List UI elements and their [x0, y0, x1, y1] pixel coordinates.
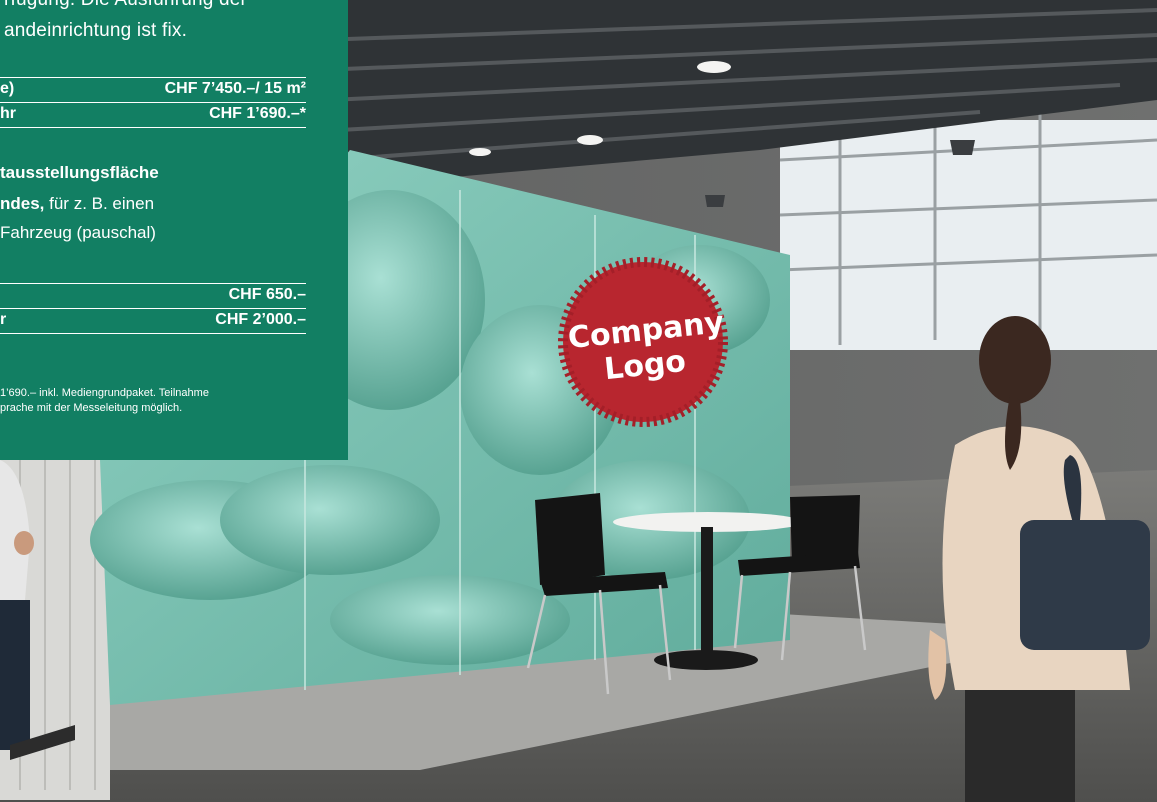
price-row-value: CHF 7’450.–/ 15 m² [164, 80, 306, 97]
intro-line-2: andeinrichtung ist fix. [4, 20, 188, 41]
price-row: r CHF 2’000.– [0, 309, 306, 334]
footnote-line-1: 1’690.– inkl. Mediengrundpaket. Teilnahm… [0, 387, 209, 399]
description-bold: ndes, [0, 194, 45, 213]
price-row-label: e) [0, 80, 15, 97]
pricing-info-panel: rfügung. Die Ausführung der andeinrichtu… [0, 0, 348, 460]
intro-line-1: rfügung. Die Ausführung der [4, 0, 247, 14]
price-row-label: hr [0, 105, 16, 122]
footnote-line-2: prache mit der Messeleitung möglich. [0, 402, 183, 414]
price-row-value: CHF 2’000.– [215, 311, 306, 328]
description-normal: für z. B. einen [44, 194, 155, 213]
description-bold: tausstellungsfläche [0, 163, 159, 182]
description-line: ndes, für z. B. einen [0, 190, 340, 217]
description-normal: Fahrzeug (pauschal) [0, 223, 156, 242]
price-row-value: CHF 650.– [228, 286, 306, 303]
price-row: e) CHF 7’450.–/ 15 m² [0, 77, 306, 103]
special-area-description: tausstellungsfläche ndes, für z. B. eine… [0, 159, 340, 246]
footnote: 1’690.– inkl. Mediengrundpaket. Teilnahm… [0, 386, 340, 416]
price-row-value: CHF 1’690.–* [209, 105, 306, 122]
price-row-label: r [0, 311, 7, 328]
description-line: tausstellungsfläche [0, 159, 340, 186]
description-line: Fahrzeug (pauschal) [0, 219, 340, 246]
price-row: hr CHF 1’690.–* [0, 103, 306, 128]
price-row: CHF 650.– [0, 283, 306, 309]
